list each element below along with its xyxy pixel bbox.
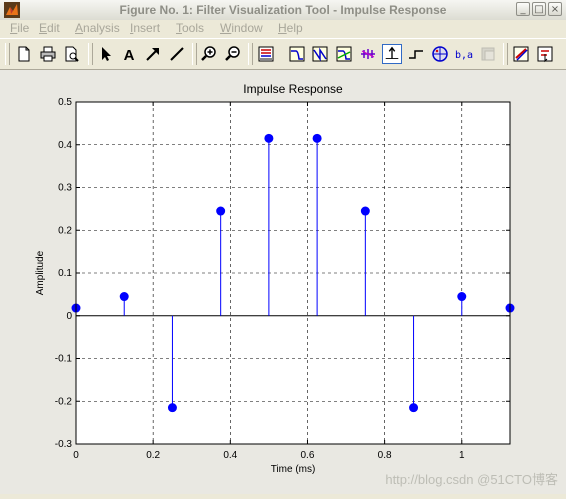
toolbar: A [b,a] [0,38,566,70]
stem-marker [312,133,322,143]
menu-help[interactable]: Help [276,21,305,35]
stem-marker [119,292,129,302]
insert-arrow-icon[interactable] [143,44,163,64]
toolbar-grip[interactable] [5,43,10,65]
window-title: Figure No. 1: Filter Visualization Tool … [119,3,447,17]
svg-text:A: A [124,47,135,64]
y-tick-label: 0.4 [58,140,72,151]
magnitude-phase-icon[interactable] [334,44,354,64]
menu-tools-label: ools [182,21,205,35]
stem-marker [167,403,177,413]
x-tick-label: 0.8 [378,450,392,461]
y-tick-label: -0.1 [55,354,73,365]
stem-marker [264,133,274,143]
zoom-out-icon[interactable] [223,44,243,64]
menu-help-mnemonic: H [278,21,287,35]
menu-file-label: ile [17,21,30,35]
menu-insert-label: nsert [133,21,161,35]
y-tick-label: -0.2 [55,396,73,407]
toolbar-separator [192,43,197,65]
toolbar-separator [88,43,93,65]
impulse-response-icon[interactable] [382,44,402,64]
watermark: http://blog.csdn @51CTO博客 [385,472,558,487]
y-tick-label: 0.5 [58,97,72,108]
legend-icon[interactable] [511,44,531,64]
select-arrow-icon[interactable] [96,44,116,64]
x-tick-label: 0.4 [223,450,237,461]
menu-tools[interactable]: Tools [174,21,206,35]
menu-edit-label: dit [47,21,60,35]
menu-help-label: elp [286,21,303,35]
menu-window-label: indow [231,21,263,35]
impulse-response-chart[interactable]: 0 0.2 0.4 0.6 0.8 1 -0.3 -0.2 -0.1 0 0.1 0.2 0.3 0.4 0… [0,70,566,494]
close-button[interactable]: × [548,2,562,16]
print-preview-icon[interactable] [62,44,82,64]
x-tick-label: 0 [73,450,79,461]
stem-marker [216,206,226,216]
toolbar-separator [248,43,253,65]
minimize-button[interactable]: _ [516,2,530,16]
x-axis-label: Time (ms) [271,464,316,475]
menu-insert[interactable]: Insert [128,21,162,35]
filter-info-icon [478,44,498,64]
group-delay-icon[interactable] [358,44,378,64]
svg-text:[b,a]: [b,a] [454,50,474,61]
stem-marker [360,206,370,216]
stem-marker [457,292,467,302]
maximize-button[interactable]: □ [532,2,546,16]
phase-response-icon[interactable] [310,44,330,64]
figure-area: 0 0.2 0.4 0.6 0.8 1 -0.3 -0.2 -0.1 0 0.1 0.2 0.3 0.4 0… [0,70,566,494]
step-response-icon[interactable] [406,44,426,64]
insert-text-icon[interactable]: A [119,44,139,64]
menu-analysis[interactable]: Analysis [73,21,122,35]
new-document-icon[interactable] [14,44,34,64]
filter-specs-icon[interactable] [256,44,276,64]
menu-window-mnemonic: W [220,21,232,35]
x-tick-label: 1 [459,450,465,461]
menu-analysis-mnemonic: A [75,21,84,35]
stem-marker [409,403,419,413]
pole-zero-icon[interactable] [430,44,450,64]
menu-analysis-label: nalysis [83,21,120,35]
toolbar-separator [503,43,508,65]
print-icon[interactable] [38,44,58,64]
insert-line-icon[interactable] [167,44,187,64]
x-tick-label: 0.6 [301,450,315,461]
zoom-in-icon[interactable] [199,44,219,64]
menu-bar: File Edit Analysis Insert Tools Window H… [0,20,566,38]
y-tick-label: -0.3 [55,439,73,450]
y-axis-label: Amplitude [35,250,46,295]
menu-edit[interactable]: Edit [37,21,62,35]
menu-file[interactable]: File [8,21,31,35]
data-cursor-icon[interactable] [535,44,555,64]
y-tick-label: 0.2 [58,225,72,236]
y-tick-label: 0.3 [58,183,72,194]
chart-title: Impulse Response [243,82,343,96]
magnitude-response-icon[interactable] [287,44,307,64]
title-bar: Figure No. 1: Filter Visualization Tool … [0,0,566,21]
x-tick-label: 0.2 [146,450,160,461]
menu-window[interactable]: Window [218,21,265,35]
y-tick-label: 0.1 [58,268,72,279]
y-tick-label: 0 [66,311,72,322]
filter-coefficients-icon[interactable]: [b,a] [454,44,474,64]
menu-edit-mnemonic: E [39,21,48,35]
